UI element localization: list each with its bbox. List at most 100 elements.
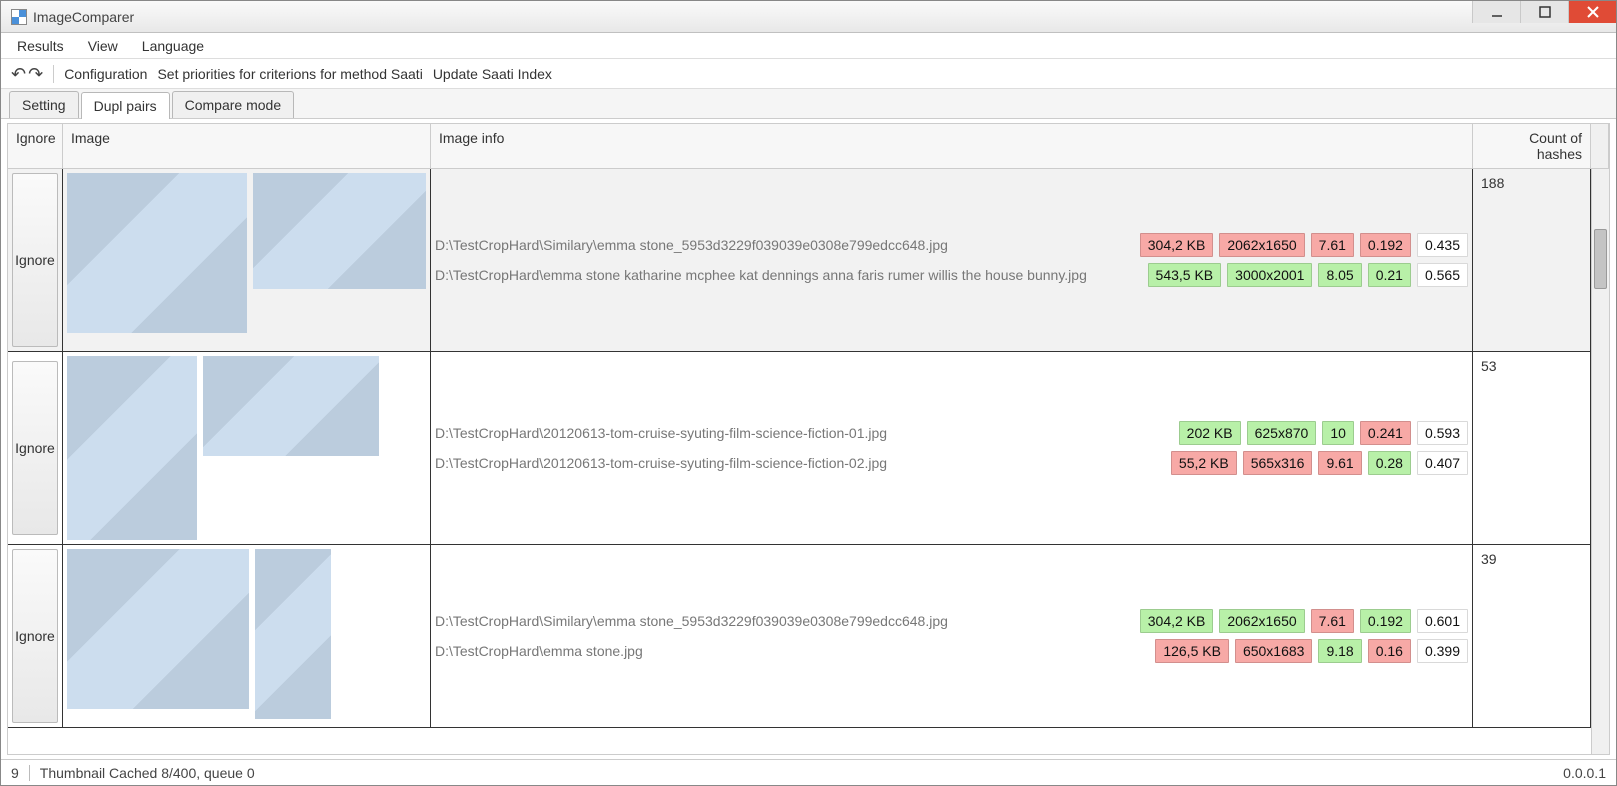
config-link-configuration[interactable]: Configuration bbox=[64, 66, 147, 82]
metric-chips: 202 KB625x870100.2410.593 bbox=[1179, 421, 1468, 445]
metric-chip: 0.601 bbox=[1417, 609, 1468, 633]
thumbnail-1[interactable] bbox=[67, 356, 197, 540]
file-path: D:\TestCropHard\Similary\emma stone_5953… bbox=[435, 237, 948, 253]
app-window: ImageComparer Results View Language ↶ ↷ … bbox=[0, 0, 1617, 786]
metric-chip: 0.192 bbox=[1360, 233, 1411, 257]
thumbnail-1[interactable] bbox=[67, 173, 247, 333]
metric-chip: 2062x1650 bbox=[1219, 609, 1304, 633]
col-header-count[interactable]: Count of hashes bbox=[1473, 124, 1591, 169]
undo-icon[interactable]: ↶ bbox=[11, 65, 26, 83]
table-row[interactable]: Ignore D:\TestCropHard\Similary\emma ston… bbox=[8, 545, 1591, 728]
thumbnail-2[interactable] bbox=[203, 356, 379, 456]
metric-chip: 304,2 KB bbox=[1140, 609, 1214, 633]
file-path: D:\TestCropHard\emma stone katharine mcp… bbox=[435, 267, 1087, 283]
metric-chips: 126,5 KB650x16839.180.160.399 bbox=[1155, 639, 1468, 663]
metric-chip: 8.05 bbox=[1318, 263, 1361, 287]
main-area: Ignore Image Image info Count of hashes … bbox=[7, 123, 1610, 755]
config-link-priorities[interactable]: Set priorities for criterions for method… bbox=[157, 66, 422, 82]
file-path: D:\TestCropHard\20120613-tom-cruise-syut… bbox=[435, 455, 887, 471]
metric-chip: 0.565 bbox=[1417, 263, 1468, 287]
cell-ignore: Ignore bbox=[8, 545, 63, 727]
thumbnail-2[interactable] bbox=[255, 549, 331, 719]
thumbnail-1[interactable] bbox=[67, 549, 249, 709]
info-line: D:\TestCropHard\emma stone katharine mcp… bbox=[435, 263, 1468, 287]
metric-chip: 55,2 KB bbox=[1171, 451, 1237, 475]
col-header-info[interactable]: Image info bbox=[431, 124, 1473, 169]
vertical-scrollbar[interactable] bbox=[1591, 169, 1609, 754]
menu-results[interactable]: Results bbox=[17, 38, 64, 54]
metric-chip: 9.18 bbox=[1318, 639, 1361, 663]
metric-chip: 0.399 bbox=[1417, 639, 1468, 663]
metric-chip: 0.28 bbox=[1368, 451, 1411, 475]
col-header-image[interactable]: Image bbox=[63, 124, 431, 169]
file-path: D:\TestCropHard\emma stone.jpg bbox=[435, 643, 643, 659]
metric-chip: 650x1683 bbox=[1235, 639, 1313, 663]
metric-chip: 10 bbox=[1322, 421, 1354, 445]
cell-info: D:\TestCropHard\Similary\emma stone_5953… bbox=[431, 169, 1473, 351]
close-icon bbox=[1587, 6, 1599, 18]
maximize-button[interactable] bbox=[1520, 1, 1568, 23]
cell-info: D:\TestCropHard\20120613-tom-cruise-syut… bbox=[431, 352, 1473, 544]
close-button[interactable] bbox=[1568, 1, 1616, 23]
cell-count: 53 bbox=[1473, 352, 1591, 544]
app-icon bbox=[11, 9, 27, 25]
status-version: 0.0.0.1 bbox=[1563, 765, 1606, 781]
info-line: D:\TestCropHard\Similary\emma stone_5953… bbox=[435, 609, 1468, 633]
results-grid: Ignore Image Image info Count of hashes … bbox=[8, 124, 1609, 754]
thumbnail-2[interactable] bbox=[253, 173, 426, 289]
status-left: 9 Thumbnail Cached 8/400, queue 0 bbox=[11, 765, 255, 781]
table-row[interactable]: Ignore D:\TestCropHard\Similary\emma ston… bbox=[8, 169, 1591, 352]
metric-chip: 202 KB bbox=[1179, 421, 1241, 445]
metric-chip: 7.61 bbox=[1311, 233, 1354, 257]
separator bbox=[29, 765, 30, 781]
metric-chip: 0.16 bbox=[1368, 639, 1411, 663]
cell-info: D:\TestCropHard\Similary\emma stone_5953… bbox=[431, 545, 1473, 727]
status-bar: 9 Thumbnail Cached 8/400, queue 0 0.0.0.… bbox=[1, 759, 1616, 785]
metric-chip: 625x870 bbox=[1247, 421, 1317, 445]
redo-icon[interactable]: ↷ bbox=[28, 65, 43, 83]
menu-language[interactable]: Language bbox=[142, 38, 204, 54]
file-path: D:\TestCropHard\Similary\emma stone_5953… bbox=[435, 613, 948, 629]
metric-chip: 304,2 KB bbox=[1140, 233, 1214, 257]
metric-chip: 0.241 bbox=[1360, 421, 1411, 445]
ignore-button[interactable]: Ignore bbox=[12, 173, 58, 347]
cell-count: 188 bbox=[1473, 169, 1591, 351]
tab-row: SettingDupl pairsCompare mode bbox=[1, 89, 1616, 119]
col-header-scroll bbox=[1591, 124, 1609, 169]
cell-image bbox=[63, 169, 431, 351]
window-title: ImageComparer bbox=[33, 9, 134, 25]
metric-chips: 304,2 KB2062x1650 7.610.1920.435 bbox=[1140, 233, 1468, 257]
history-arrows: ↶ ↷ bbox=[11, 65, 43, 83]
metric-chip: 0.192 bbox=[1360, 609, 1411, 633]
metric-chip: 0.407 bbox=[1417, 451, 1468, 475]
cell-image bbox=[63, 545, 431, 727]
ignore-button[interactable]: Ignore bbox=[12, 361, 58, 535]
scrollbar-thumb[interactable] bbox=[1594, 229, 1607, 289]
metric-chips: 543,5 KB3000x20018.05 0.210.565 bbox=[1148, 263, 1468, 287]
tab-compare-mode[interactable]: Compare mode bbox=[172, 91, 295, 118]
metric-chip: 3000x2001 bbox=[1227, 263, 1312, 287]
status-count: 9 bbox=[11, 765, 19, 781]
config-links: Configuration Set priorities for criteri… bbox=[64, 66, 552, 82]
metric-chip: 0.21 bbox=[1368, 263, 1411, 287]
info-line: D:\TestCropHard\emma stone.jpg126,5 KB65… bbox=[435, 639, 1468, 663]
info-line: D:\TestCropHard\20120613-tom-cruise-syut… bbox=[435, 421, 1468, 445]
minimize-button[interactable] bbox=[1472, 1, 1520, 23]
menu-bar: Results View Language bbox=[1, 33, 1616, 59]
table-row[interactable]: Ignore D:\TestCropHard\20120613-tom-cruis… bbox=[8, 352, 1591, 545]
metric-chip: 0.435 bbox=[1417, 233, 1468, 257]
metric-chip: 543,5 KB bbox=[1148, 263, 1222, 287]
separator bbox=[53, 65, 54, 83]
metric-chip: 2062x1650 bbox=[1219, 233, 1304, 257]
config-link-update-index[interactable]: Update Saati Index bbox=[433, 66, 552, 82]
col-header-ignore[interactable]: Ignore bbox=[8, 124, 63, 169]
ignore-button[interactable]: Ignore bbox=[12, 549, 58, 723]
metric-chips: 304,2 KB2062x16507.610.1920.601 bbox=[1140, 609, 1468, 633]
tab-setting[interactable]: Setting bbox=[9, 91, 79, 118]
metric-chips: 55,2 KB565x3169.610.280.407 bbox=[1171, 451, 1468, 475]
cell-ignore: Ignore bbox=[8, 169, 63, 351]
tab-dupl-pairs[interactable]: Dupl pairs bbox=[81, 92, 170, 119]
cell-ignore: Ignore bbox=[8, 352, 63, 544]
menu-view[interactable]: View bbox=[88, 38, 118, 54]
minimize-icon bbox=[1491, 6, 1503, 18]
